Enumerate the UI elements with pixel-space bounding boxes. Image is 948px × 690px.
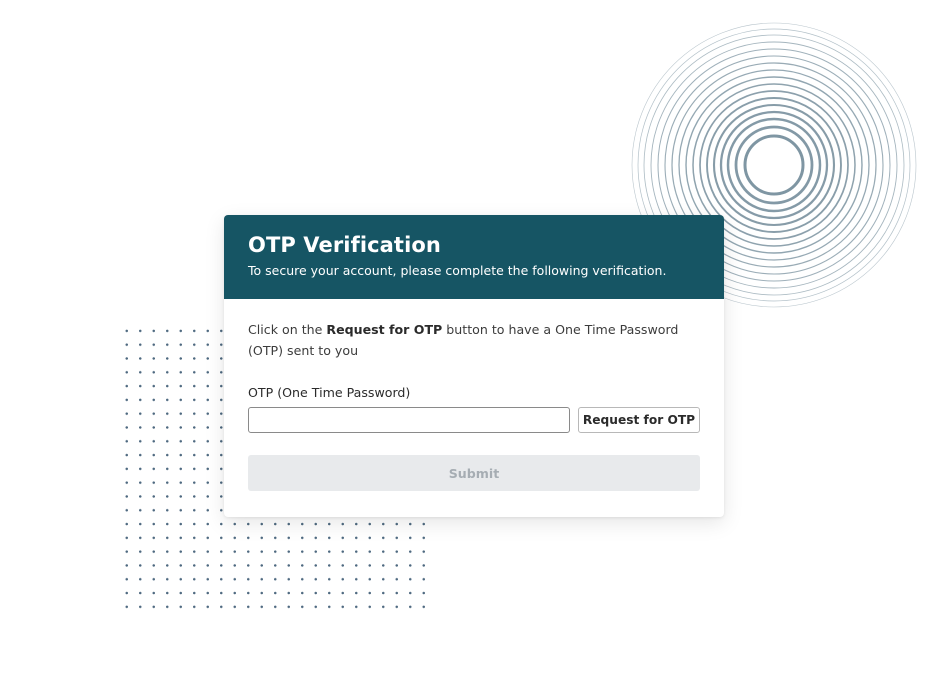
page-background: OTP Verification To secure your account,… [0,0,948,690]
instruction-prefix: Click on the [248,322,327,337]
otp-verification-card: OTP Verification To secure your account,… [224,215,724,517]
otp-input-row: Request for OTP [248,407,700,433]
card-body: Click on the Request for OTP button to h… [224,299,724,491]
card-title: OTP Verification [248,233,441,257]
submit-button[interactable]: Submit [248,455,700,491]
card-header: OTP Verification To secure your account,… [224,215,724,299]
otp-instructions: Click on the Request for OTP button to h… [248,319,688,361]
otp-input[interactable] [248,407,570,433]
request-otp-button[interactable]: Request for OTP [578,407,700,433]
instruction-emphasis: Request for OTP [326,322,443,337]
card-subtitle: To secure your account, please complete … [248,263,667,278]
otp-field-label: OTP (One Time Password) [248,385,411,400]
